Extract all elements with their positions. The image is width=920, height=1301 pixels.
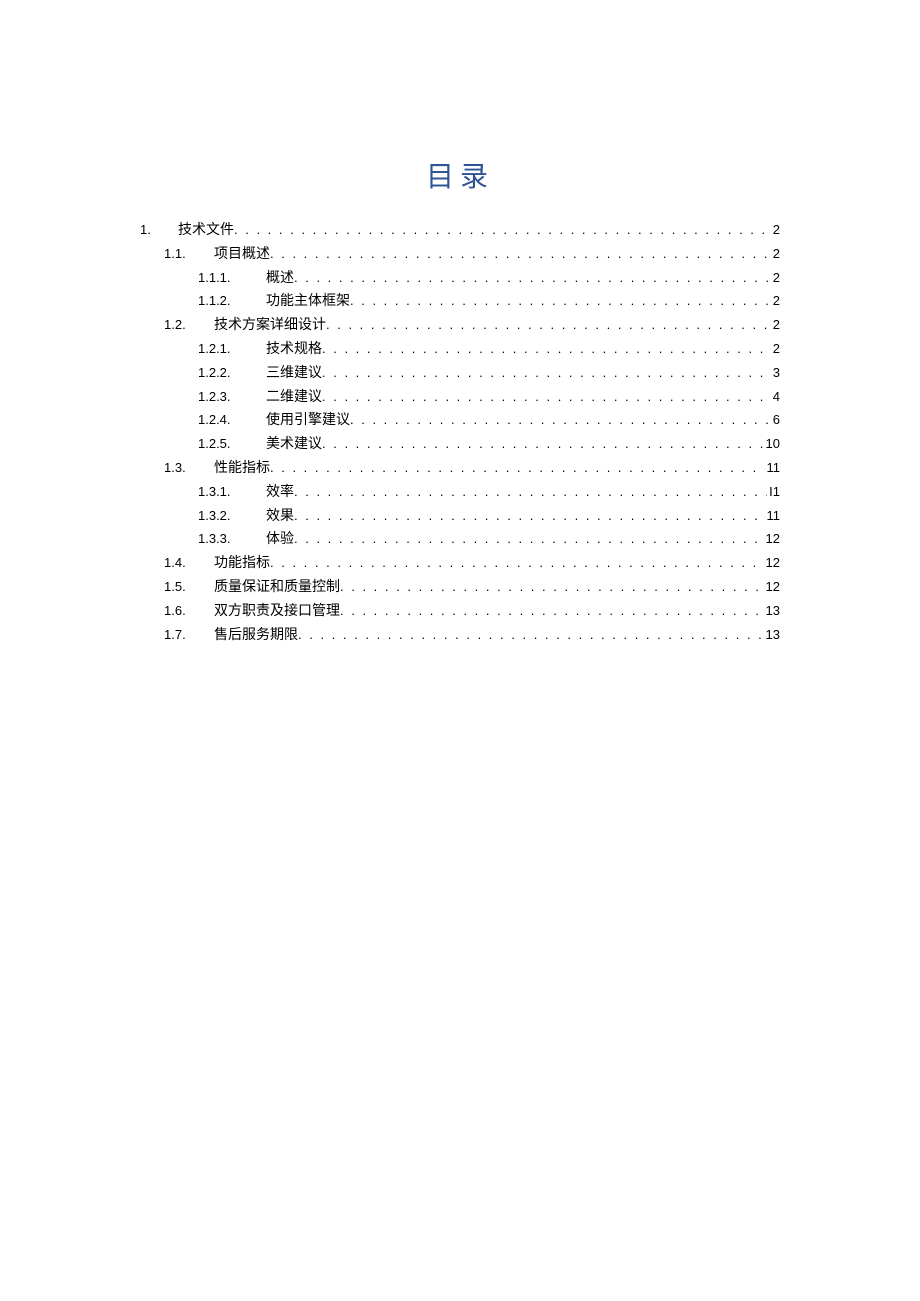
toc-entry-number: 1.2.4. [198,409,266,431]
toc-entry-number: 1.3. [164,457,214,479]
toc-entry-label: 技术文件 [178,219,234,243]
toc-leader-dots [322,433,764,455]
toc-entry-number: 1.3.2. [198,505,266,527]
toc-entry-label: 概述 [266,267,294,291]
toc-entry-label: 质量保证和质量控制 [214,576,340,600]
toc-entry[interactable]: 1.3.性能指标 11 [140,457,780,481]
toc-entry[interactable]: 1.3.1.效率 I1 [140,481,780,505]
toc-entry-page: 2 [771,314,780,336]
toc-entry-number: 1.1.2. [198,290,266,312]
toc-entry[interactable]: 1.5.质量保证和质量控制 12 [140,576,780,600]
document-page: 目录 1.技术文件21.1.项目概述21.1.1.概述21.1.2.功能主体框架… [0,0,920,1301]
toc-entry-number: 1.4. [164,552,214,574]
toc-entry-number: 1.2.1. [198,338,266,360]
toc-entry-page: 11 [765,457,781,479]
toc-entry-number: 1.1. [164,243,214,265]
toc-entry[interactable]: 1.2.3.二维建议 4 [140,386,780,410]
toc-leader-dots [326,314,771,336]
toc-entry-page: I1 [767,481,780,503]
toc-leader-dots [270,552,764,574]
toc-entry-number: 1.2.3. [198,386,266,408]
toc-entry-label: 功能指标 [214,552,270,576]
toc-entry[interactable]: 1.1.1.概述 2 [140,267,780,291]
toc-entry-number: 1.2.2. [198,362,266,384]
toc-entry[interactable]: 1.4.功能指标 12 [140,552,780,576]
toc-entry[interactable]: 1.3.2.效果 11 [140,505,780,529]
toc-entry[interactable]: 1.2.4.使用引擎建议 6 [140,409,780,433]
toc-entry-page: 13 [764,624,780,646]
toc-entry-label: 项目概述 [214,243,270,267]
toc-entry[interactable]: 1.6.双方职责及接口管理 13 [140,600,780,624]
toc-entry-number: 1.3.1. [198,481,266,503]
toc-leader-dots [294,528,764,550]
toc-entry-label: 性能指标 [214,457,270,481]
toc-entry-label: 售后服务期限 [214,624,298,648]
toc-leader-dots [270,243,771,265]
toc-entry-number: 1.2.5. [198,433,266,455]
toc-entry-page: 6 [771,409,780,431]
toc-entry-page: 12 [764,552,780,574]
toc-entry-label: 效率 [266,481,294,505]
toc-entry-number: 1.7. [164,624,214,646]
toc-entry-page: 2 [771,219,780,241]
toc-entry-number: 1.1.1. [198,267,266,289]
table-of-contents: 1.技术文件21.1.项目概述21.1.1.概述21.1.2.功能主体框架21.… [140,219,780,647]
toc-leader-dots [294,267,771,289]
toc-leader-dots [234,219,771,241]
toc-entry-page: 2 [771,267,780,289]
toc-entry[interactable]: 1.3.3.体验 12 [140,528,780,552]
toc-leader-dots [270,457,765,479]
toc-entry-label: 双方职责及接口管理 [214,600,340,624]
toc-entry-label: 功能主体框架 [266,290,350,314]
toc-entry-page: 2 [771,338,780,360]
toc-entry-page: 11 [765,505,781,527]
toc-entry-page: 13 [764,600,780,622]
toc-leader-dots [322,386,771,408]
toc-entry-page: 12 [764,528,780,550]
toc-entry[interactable]: 1.7.售后服务期限 13 [140,624,780,648]
toc-entry-label: 美术建议 [266,433,322,457]
toc-leader-dots [298,624,764,646]
toc-entry[interactable]: 1.1.项目概述 2 [140,243,780,267]
toc-leader-dots [350,290,771,312]
toc-entry-page: 2 [771,243,780,265]
toc-entry-page: 3 [771,362,780,384]
toc-entry[interactable]: 1.2.技术方案详细设计 2 [140,314,780,338]
toc-entry-label: 二维建议 [266,386,322,410]
toc-entry-label: 使用引擎建议 [266,409,350,433]
toc-entry-number: 1.6. [164,600,214,622]
toc-entry[interactable]: 1.技术文件 2 [140,219,780,243]
toc-entry-label: 效果 [266,505,294,529]
toc-entry-page: 12 [764,576,780,598]
toc-leader-dots [322,338,771,360]
toc-title: 目录 [140,155,780,195]
toc-entry[interactable]: 1.1.2.功能主体框架 2 [140,290,780,314]
toc-entry[interactable]: 1.2.2.三维建议 3 [140,362,780,386]
toc-entry[interactable]: 1.2.1.技术规格 2 [140,338,780,362]
toc-entry[interactable]: 1.2.5.美术建议 10 [140,433,780,457]
toc-entry-number: 1.5. [164,576,214,598]
toc-entry-page: 10 [764,433,780,455]
toc-entry-page: 2 [771,290,780,312]
toc-entry-number: 1.3.3. [198,528,266,550]
toc-entry-number: 1.2. [164,314,214,336]
toc-entry-label: 体验 [266,528,294,552]
toc-leader-dots [350,409,771,431]
toc-entry-label: 技术方案详细设计 [214,314,326,338]
toc-leader-dots [340,600,764,622]
toc-leader-dots [294,505,765,527]
toc-entry-label: 三维建议 [266,362,322,386]
toc-entry-number: 1. [140,219,178,241]
toc-leader-dots [294,481,767,503]
toc-entry-label: 技术规格 [266,338,322,362]
toc-leader-dots [322,362,771,384]
toc-entry-page: 4 [771,386,780,408]
toc-leader-dots [340,576,764,598]
